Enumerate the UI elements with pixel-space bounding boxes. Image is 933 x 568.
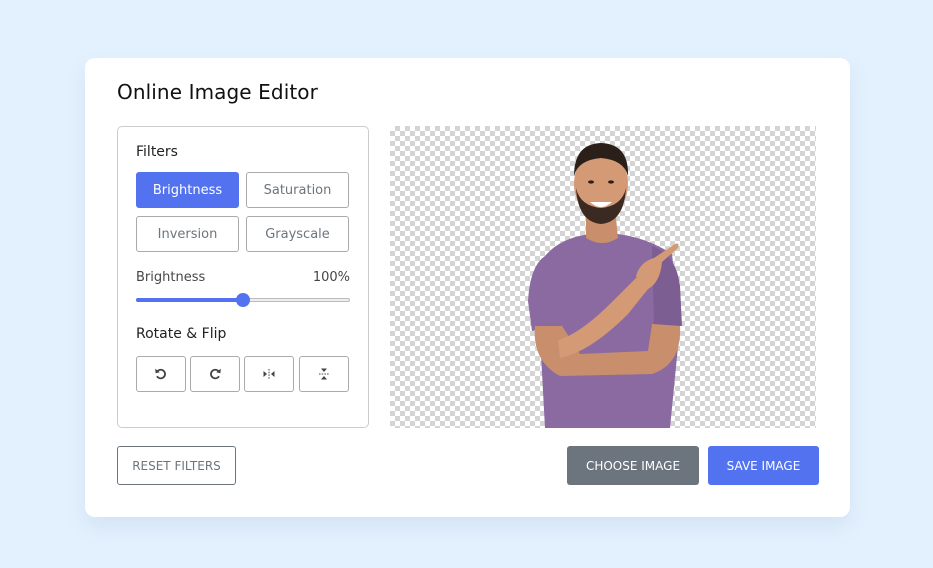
flip-horizontal-icon [263,369,275,379]
filter-saturation-button[interactable]: Saturation [246,172,349,208]
slider-fill [136,298,243,302]
preview-image [528,143,682,428]
filter-grayscale-button[interactable]: Grayscale [246,216,349,252]
rotate-left-button[interactable] [136,356,186,392]
slider-thumb[interactable] [236,293,250,307]
editor-card: Online Image Editor Filters Brightness S… [85,58,850,517]
rotate-right-button[interactable] [190,356,240,392]
rotate-left-icon [155,368,166,380]
person-figure [528,143,682,428]
save-image-button[interactable]: SAVE IMAGE [708,446,819,485]
slider-label: Brightness [136,270,206,285]
flip-vertical-icon [319,368,329,380]
flip-vertical-button[interactable] [299,356,349,392]
slider-value: 100% [312,270,350,285]
flip-horizontal-button[interactable] [244,356,294,392]
filters-title: Filters [136,144,178,160]
rotate-flip-title: Rotate & Flip [136,326,227,342]
filter-slider[interactable] [136,293,350,307]
choose-image-button[interactable]: CHOOSE IMAGE [567,446,699,485]
rotate-right-icon [210,368,221,380]
editor-panel: Filters Brightness Saturation Inversion … [117,126,369,428]
page-title: Online Image Editor [117,80,318,104]
filter-brightness-button[interactable]: Brightness [136,172,239,208]
filter-inversion-button[interactable]: Inversion [136,216,239,252]
image-preview [390,126,816,428]
reset-filters-button[interactable]: RESET FILTERS [117,446,236,485]
